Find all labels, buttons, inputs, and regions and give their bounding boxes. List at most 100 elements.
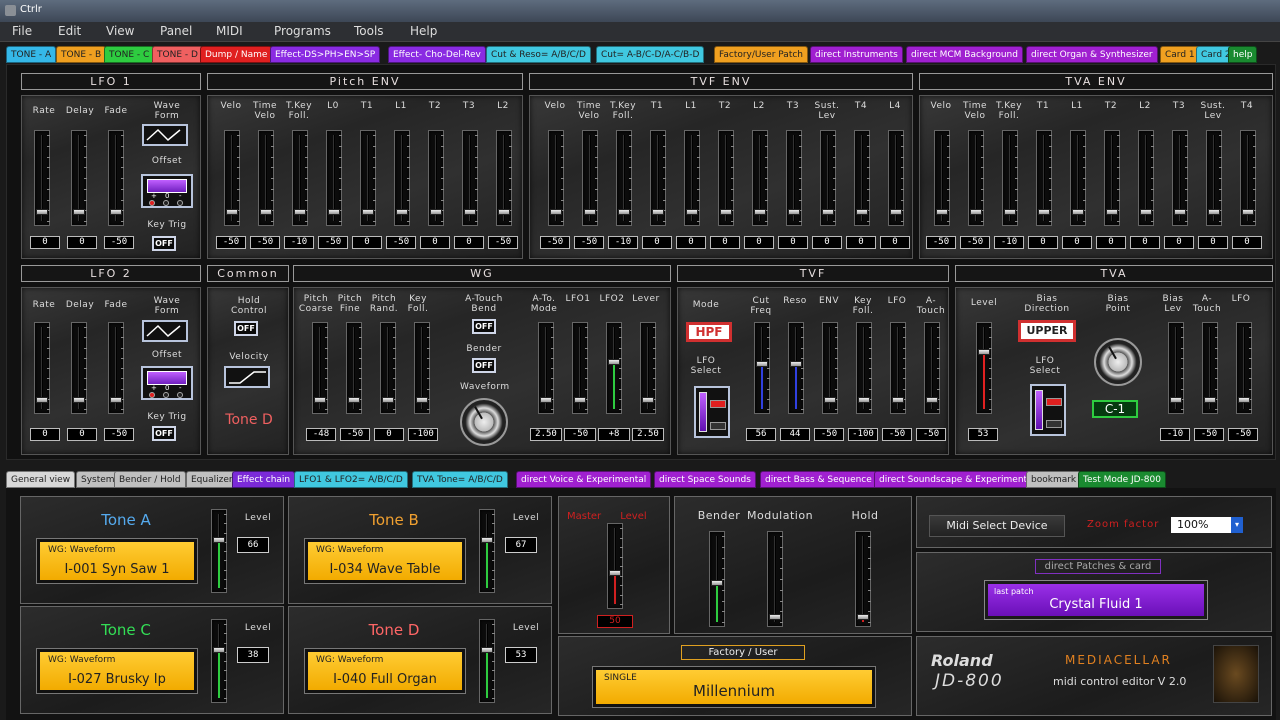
tone-b-level-fader[interactable]	[479, 509, 495, 593]
tab-15[interactable]: help	[1228, 46, 1258, 63]
tone-c-level-fader[interactable]	[211, 619, 227, 703]
tvf-env-fader-0-knob[interactable]	[550, 208, 562, 215]
pitch-env-fader-2[interactable]	[292, 130, 308, 226]
tab-0[interactable]: TONE - A	[6, 46, 57, 63]
wg-fader2-2[interactable]	[606, 322, 622, 414]
tab-10[interactable]: direct Soundscape & Experimental	[874, 471, 1041, 488]
menu-view[interactable]: View	[106, 24, 134, 38]
tvf-env-fader-5[interactable]	[718, 130, 734, 226]
perf-bender-fader-knob[interactable]	[711, 580, 723, 587]
menu-midi[interactable]: MIDI	[216, 24, 243, 38]
tva-env-fader-6[interactable]	[1138, 130, 1154, 226]
lfo1-fader-2[interactable]	[108, 130, 124, 226]
wg-fader2-0[interactable]	[538, 322, 554, 414]
menu-edit[interactable]: Edit	[58, 24, 81, 38]
menu-file[interactable]: File	[12, 24, 32, 38]
tvf-fader-5[interactable]	[924, 322, 940, 414]
tvf-fader-4[interactable]	[890, 322, 906, 414]
lfo1-fader-0[interactable]	[34, 130, 50, 226]
pitch-env-fader-8-knob[interactable]	[498, 208, 510, 215]
pitch-env-fader-2-knob[interactable]	[294, 208, 306, 215]
tone-c-level-fader-knob[interactable]	[213, 647, 225, 654]
pitch-env-fader-1[interactable]	[258, 130, 274, 226]
lfo2-fader-1-knob[interactable]	[73, 397, 85, 403]
tone-a-level-fader[interactable]	[211, 509, 227, 593]
tvf-env-fader-1[interactable]	[582, 130, 598, 226]
tab-6[interactable]: Effect- Cho-Del-Rev	[388, 46, 486, 63]
wg-fader2-2-knob[interactable]	[608, 358, 620, 365]
wg-fader2-1-knob[interactable]	[574, 397, 586, 403]
tab-8[interactable]: Cut= A-B/C-D/A-C/B-D	[596, 46, 705, 63]
tab-9[interactable]: Factory/User Patch	[714, 46, 809, 63]
tva-fader-1[interactable]	[1202, 322, 1218, 414]
bias-direction-button[interactable]: UPPER	[1018, 320, 1076, 342]
wg-fader2-3[interactable]	[640, 322, 656, 414]
pitch-env-fader-3[interactable]	[326, 130, 342, 226]
perf-modulation-fader-knob[interactable]	[769, 613, 781, 620]
pitch-env-fader-7[interactable]	[462, 130, 478, 226]
lfo2-fader-1[interactable]	[71, 322, 87, 414]
tone-b-level-fader-knob[interactable]	[481, 537, 493, 544]
tva-env-fader-9[interactable]	[1240, 130, 1256, 226]
tvf-env-fader-4[interactable]	[684, 130, 700, 226]
tab-9[interactable]: direct Bass & Sequence	[760, 471, 877, 488]
master-level-fader-knob[interactable]	[609, 570, 621, 577]
tab-0[interactable]: General view	[6, 471, 76, 488]
wg-fader-0-knob[interactable]	[314, 397, 326, 403]
tva-env-fader-2-knob[interactable]	[1004, 208, 1016, 215]
tvf-env-fader-3[interactable]	[650, 130, 666, 226]
tone-c-waveform-display[interactable]: WG: Waveform I-027 Brusky Ip	[36, 648, 198, 694]
tva-level-fader[interactable]	[976, 322, 992, 414]
tva-env-fader-3-knob[interactable]	[1038, 208, 1050, 215]
tvf-env-fader-8-knob[interactable]	[822, 208, 834, 215]
perf-hold-fader[interactable]	[855, 531, 871, 627]
lfo1-fader-1[interactable]	[71, 130, 87, 226]
tab-2[interactable]: Bender / Hold	[114, 471, 186, 488]
tvf-env-fader-2[interactable]	[616, 130, 632, 226]
lfo2-fader-0[interactable]	[34, 322, 50, 414]
lfo1-keytrig-button[interactable]: OFF	[152, 236, 176, 251]
tva-env-fader-5[interactable]	[1104, 130, 1120, 226]
tva-env-fader-5-knob[interactable]	[1106, 208, 1118, 215]
tva-env-fader-0-knob[interactable]	[936, 208, 948, 215]
tab-4[interactable]: Dump / Name	[200, 46, 273, 63]
tva-env-fader-2[interactable]	[1002, 130, 1018, 226]
tvf-fader-4-knob[interactable]	[892, 397, 904, 403]
tone-d-waveform-display[interactable]: WG: Waveform I-040 Full Organ	[304, 648, 466, 694]
tva-fader-2[interactable]	[1236, 322, 1252, 414]
wg-fader-2-knob[interactable]	[382, 397, 394, 403]
tvf-fader-1-knob[interactable]	[790, 361, 802, 367]
master-level-fader[interactable]	[607, 523, 623, 609]
tvf-env-fader-8[interactable]	[820, 130, 836, 226]
tvf-env-fader-4-knob[interactable]	[686, 208, 698, 215]
wg-fader-3[interactable]	[414, 322, 430, 414]
pitch-env-fader-4-knob[interactable]	[362, 208, 374, 215]
tab-12[interactable]: Test Mode JD-800	[1078, 471, 1166, 488]
tva-env-fader-3[interactable]	[1036, 130, 1052, 226]
tvf-env-fader-7-knob[interactable]	[788, 208, 800, 215]
tva-env-fader-4[interactable]	[1070, 130, 1086, 226]
tvf-env-fader-6-knob[interactable]	[754, 208, 766, 215]
wg-fader-1-knob[interactable]	[348, 397, 360, 403]
chevron-down-icon[interactable]: ▾	[1231, 517, 1243, 533]
tvf-fader-5-knob[interactable]	[926, 397, 938, 403]
tone-a-level-fader-knob[interactable]	[213, 537, 225, 544]
tva-env-fader-1-knob[interactable]	[970, 208, 982, 215]
tvf-env-fader-5-knob[interactable]	[720, 208, 732, 215]
pitch-env-fader-7-knob[interactable]	[464, 208, 476, 215]
tvf-fader-2[interactable]	[822, 322, 838, 414]
tvf-env-fader-2-knob[interactable]	[618, 208, 630, 215]
tva-env-fader-4-knob[interactable]	[1072, 208, 1084, 215]
bias-point-knob[interactable]	[1094, 338, 1142, 386]
wg-fader2-0-knob[interactable]	[540, 397, 552, 403]
pitch-env-fader-6-knob[interactable]	[430, 208, 442, 215]
tva-env-fader-9-knob[interactable]	[1242, 208, 1254, 215]
tab-8[interactable]: direct Space Sounds	[654, 471, 756, 488]
tvf-env-fader-6[interactable]	[752, 130, 768, 226]
tva-lfo-select[interactable]	[1030, 384, 1066, 436]
tvf-fader-3-knob[interactable]	[858, 397, 870, 403]
pitch-env-fader-3-knob[interactable]	[328, 208, 340, 215]
tone-d-level-fader-knob[interactable]	[481, 647, 493, 654]
pitch-env-fader-8[interactable]	[496, 130, 512, 226]
lfo2-waveform-button[interactable]	[142, 320, 188, 342]
